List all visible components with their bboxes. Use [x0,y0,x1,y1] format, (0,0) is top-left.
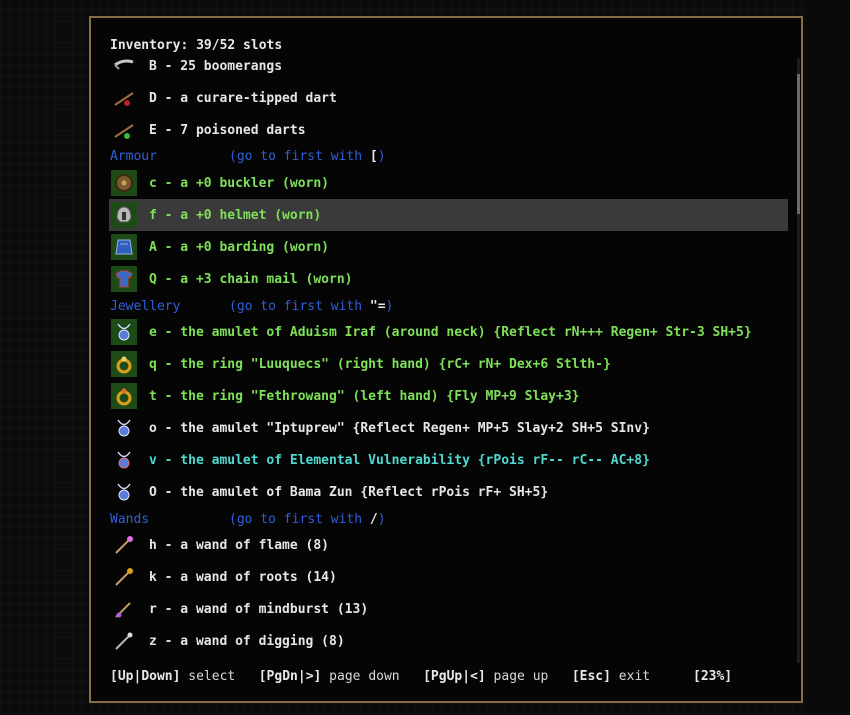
item-label: q - the ring "Luuquecs" (right hand) {rC… [149,356,611,372]
jewellery-goto-link[interactable]: (go to first with "=) [229,299,393,314]
ring-icon [111,383,137,409]
jewellery-header: Jewellery (go to first with "=) [110,299,393,317]
helmet-icon [111,202,137,228]
inventory-panel: Inventory: 39/52 slots B - 25 boomerangs… [89,16,803,703]
inventory-item-B[interactable]: B - 25 boomerangs [109,50,788,82]
key-pgup[interactable]: [PgUp|<] [423,669,486,684]
inventory-item-k[interactable]: k - a wand of roots (14) [109,561,788,593]
item-label: A - a +0 barding (worn) [149,239,330,255]
wands-label: Wands [110,512,150,527]
dart-icon [111,85,137,111]
wands-goto-link[interactable]: (go to first with /) [229,512,386,527]
item-label: D - a curare-tipped dart [149,90,337,106]
wand-icon [111,628,137,654]
inventory-item-A[interactable]: A - a +0 barding (worn) [109,231,788,263]
dart-icon [111,117,137,143]
right-margin [806,0,850,715]
amulet-icon [111,447,137,473]
amulet-icon [111,415,137,441]
inventory-item-v[interactable]: v - the amulet of Elemental Vulnerabilit… [109,444,788,476]
amulet-icon [111,479,137,505]
wands-header: Wands (go to first with /) [110,512,386,530]
key-esc[interactable]: [Esc] [572,669,611,684]
item-label: r - a wand of mindburst (13) [149,601,369,617]
item-label: f - a +0 helmet (worn) [149,207,322,223]
item-label: t - the ring "Fethrowang" (left hand) {F… [149,388,580,404]
scroll-percent: [23%] [693,669,733,684]
inventory-item-f-selected[interactable]: f - a +0 helmet (worn) [109,199,788,231]
item-label: e - the amulet of Aduism Iraf (around ne… [149,324,752,340]
item-label: c - a +0 buckler (worn) [149,175,330,191]
inventory-item-O[interactable]: O - the amulet of Bama Zun {Reflect rPoi… [109,476,788,508]
buckler-icon [111,170,137,196]
boomerang-icon [111,53,137,79]
inventory-item-z[interactable]: z - a wand of digging (8) [109,625,788,657]
footer-help: [Up|Down] select [PgDn|>] page down [PgU… [110,669,651,684]
scrollbar[interactable] [797,58,800,663]
inventory-item-D[interactable]: D - a curare-tipped dart [109,82,788,114]
item-label: v - the amulet of Elemental Vulnerabilit… [149,452,650,468]
inventory-item-E[interactable]: E - 7 poisoned darts [109,114,788,146]
inventory-item-o[interactable]: o - the amulet "Iptuprew" {Reflect Regen… [109,412,788,444]
item-label: O - the amulet of Bama Zun {Reflect rPoi… [149,484,549,500]
inventory-item-q[interactable]: q - the ring "Luuquecs" (right hand) {rC… [109,348,788,380]
scroll-thumb[interactable] [797,74,800,214]
key-pgdn[interactable]: [PgDn|>] [259,669,322,684]
inventory-item-e[interactable]: e - the amulet of Aduism Iraf (around ne… [109,316,788,348]
inventory-item-c[interactable]: c - a +0 buckler (worn) [109,167,788,199]
inventory-item-Q[interactable]: Q - a +3 chain mail (worn) [109,263,788,295]
ring-icon [111,351,137,377]
item-label: B - 25 boomerangs [149,58,283,74]
amulet-icon [111,319,137,345]
item-label: Q - a +3 chain mail (worn) [149,271,353,287]
item-label: h - a wand of flame (8) [149,537,330,553]
inventory-item-h[interactable]: h - a wand of flame (8) [109,529,788,561]
item-label: z - a wand of digging (8) [149,633,345,649]
armour-header: Armour (go to first with [) [110,149,386,167]
armour-goto-link[interactable]: (go to first with [) [229,149,386,164]
barding-icon [111,234,137,260]
armour-label: Armour [110,149,157,164]
key-up-down[interactable]: [Up|Down] [110,669,180,684]
wand-icon [111,564,137,590]
item-label: k - a wand of roots (14) [149,569,337,585]
wand-icon [111,596,137,622]
inventory-item-t[interactable]: t - the ring "Fethrowang" (left hand) {F… [109,380,788,412]
item-label: E - 7 poisoned darts [149,122,306,138]
wand-icon [111,532,137,558]
inventory-item-r[interactable]: r - a wand of mindburst (13) [109,593,788,625]
jewellery-label: Jewellery [110,299,181,314]
item-label: o - the amulet "Iptuprew" {Reflect Regen… [149,420,650,436]
chain-mail-icon [111,266,137,292]
